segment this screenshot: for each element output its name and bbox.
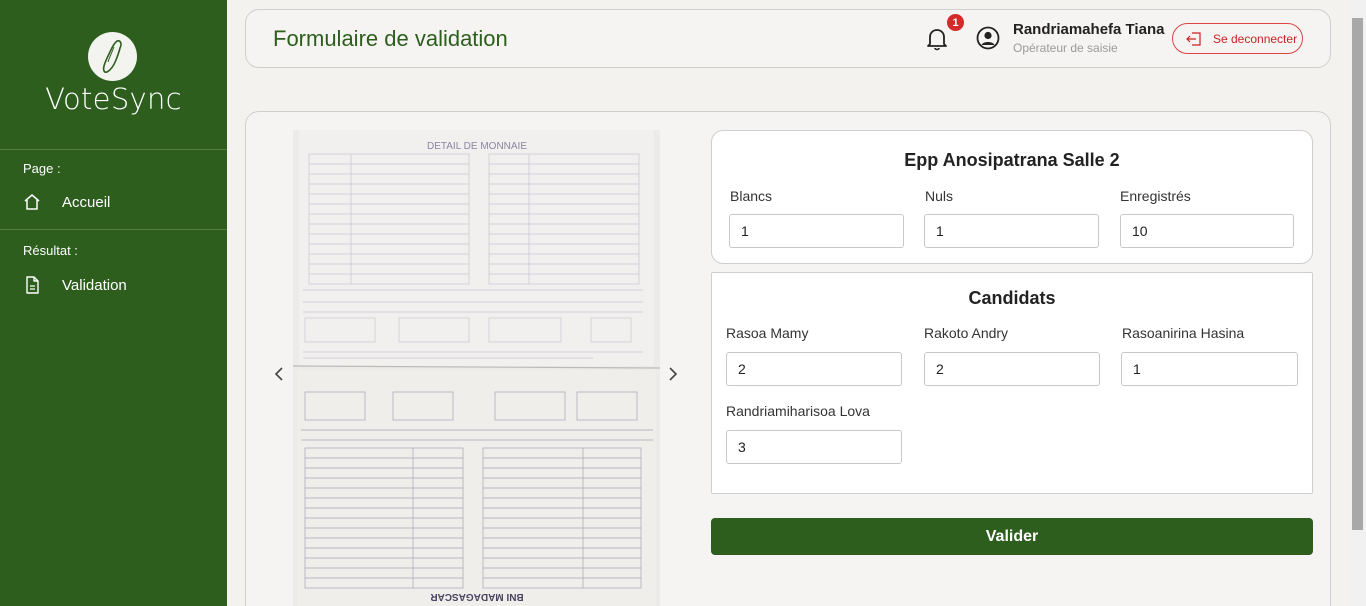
user-avatar-icon[interactable] <box>976 26 1000 50</box>
candidate-input[interactable] <box>726 352 902 386</box>
brand: VoteSync <box>0 0 227 150</box>
chevron-right-icon[interactable] <box>665 364 681 384</box>
candidate-label: Rasoanirina Hasina <box>1122 325 1245 341</box>
chevron-left-icon[interactable] <box>271 364 287 384</box>
madagascar-logo-icon <box>88 32 137 81</box>
sidebar-item-label: Accueil <box>62 193 111 211</box>
section-label-resultat: Résultat : <box>23 243 78 258</box>
validation-panel: DETAIL DE MONNAIE BNI MADAGASCAR Epp Ano… <box>245 111 1331 606</box>
scanned-document-image: DETAIL DE MONNAIE BNI MADAGASCAR <box>293 130 660 606</box>
logout-button[interactable]: Se deconnecter <box>1172 23 1303 54</box>
blancs-input[interactable] <box>729 214 904 248</box>
candidate-label: Rakoto Andry <box>924 325 1009 341</box>
header-bar: Formulaire de validation 1 Randriamahefa… <box>245 9 1331 68</box>
user-role: Opérateur de saisie <box>1013 41 1118 55</box>
document-icon <box>22 275 42 295</box>
page-scrollbar[interactable] <box>1349 0 1366 606</box>
sidebar-item-label: Validation <box>62 276 127 294</box>
candidate-input[interactable] <box>924 352 1100 386</box>
bell-icon[interactable] <box>925 26 949 52</box>
section-label-page: Page : <box>23 161 61 176</box>
bureau-title: Epp Anosipatrana Salle 2 <box>904 150 1120 170</box>
candidats-card: Candidats Rasoa Mamy Rakoto Andry Rasoan… <box>711 272 1313 494</box>
logout-label: Se deconnecter <box>1213 31 1298 46</box>
user-name: Randriamahefa Tiana <box>1013 21 1165 38</box>
validate-button[interactable]: Valider <box>711 518 1313 555</box>
candidate-input[interactable] <box>1121 352 1298 386</box>
home-icon <box>22 192 42 212</box>
page-title: Formulaire de validation <box>273 26 508 51</box>
document-heading: DETAIL DE MONNAIE <box>427 141 527 152</box>
candidate-input[interactable] <box>726 430 902 464</box>
nuls-label: Nuls <box>925 188 954 204</box>
sidebar: VoteSync Page : Accueil Résultat : Valid… <box>0 0 227 606</box>
candidate-label: Rasoa Mamy <box>726 325 809 341</box>
enregistres-input[interactable] <box>1120 214 1294 248</box>
logout-icon <box>1186 31 1201 46</box>
document-bank-name: BNI MADAGASCAR <box>430 591 524 602</box>
pv-photo: DETAIL DE MONNAIE BNI MADAGASCAR <box>293 130 660 606</box>
sidebar-item-validation[interactable]: Validation <box>0 263 227 307</box>
blancs-label: Blancs <box>730 188 773 204</box>
scrollbar-thumb[interactable] <box>1352 18 1363 530</box>
notification-badge: 1 <box>945 12 966 33</box>
candidats-title: Candidats <box>968 288 1056 308</box>
brand-name: VoteSync <box>45 82 182 116</box>
bureau-card: Epp Anosipatrana Salle 2 Blancs Nuls Enr… <box>711 130 1313 264</box>
nuls-input[interactable] <box>924 214 1099 248</box>
candidate-label: Randriamiharisoa Lova <box>726 403 870 419</box>
enregistres-label: Enregistrés <box>1120 188 1191 204</box>
sidebar-item-accueil[interactable]: Accueil <box>0 180 227 224</box>
